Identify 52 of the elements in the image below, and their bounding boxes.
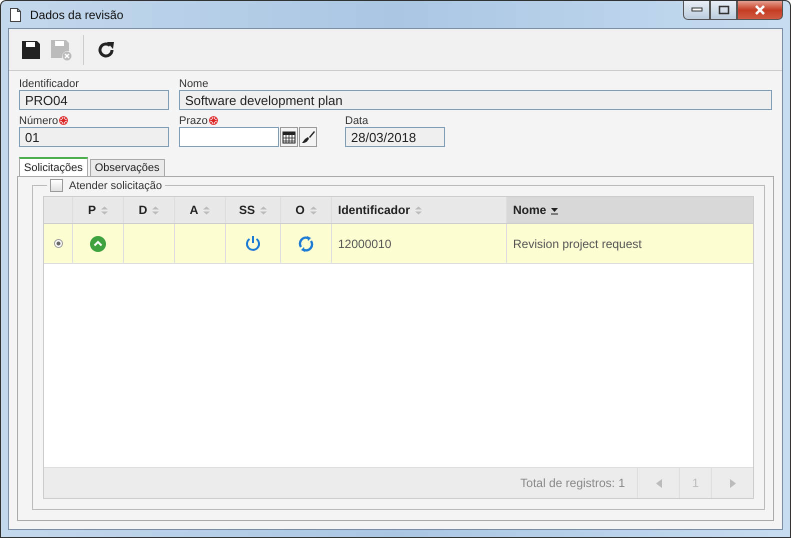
close-button[interactable] [737, 1, 783, 20]
sort-icon [551, 206, 558, 214]
minimize-button[interactable] [683, 1, 710, 20]
required-icon [208, 116, 218, 125]
column-header[interactable]: SS [226, 197, 281, 223]
field-label: Prazo [179, 114, 208, 126]
power-icon [245, 235, 261, 252]
sync-icon [298, 236, 314, 252]
document-icon [10, 8, 21, 22]
table-cell: 12000010 [332, 224, 507, 263]
refresh-icon [96, 40, 116, 60]
column-header[interactable]: P [73, 197, 124, 223]
required-icon [59, 116, 68, 125]
input-field[interactable] [179, 127, 279, 147]
field-label: Nome [179, 78, 208, 90]
input-field[interactable]: 01 [19, 127, 169, 147]
brush-button[interactable] [299, 127, 317, 147]
checkbox[interactable] [50, 179, 63, 192]
sort-icon [310, 206, 317, 214]
window-title: Dados da revisão [30, 8, 124, 22]
sort-icon [152, 206, 160, 214]
table-cell-text: Revision project request [512, 236, 643, 252]
column-header[interactable]: A [175, 197, 226, 223]
sort-icon [203, 206, 210, 214]
column-header[interactable]: Nome [507, 197, 753, 223]
sort-icon [415, 206, 422, 214]
sort-icon [260, 206, 267, 214]
column-header[interactable]: D [124, 197, 175, 223]
close-icon [754, 5, 766, 15]
maximize-button[interactable] [710, 1, 737, 20]
column-header[interactable]: O [281, 197, 332, 223]
tab[interactable]: Observações [90, 159, 165, 176]
previous-icon [656, 478, 662, 488]
minimize-icon [690, 7, 702, 13]
floppy-disk-close-icon [50, 38, 72, 60]
field-label: Número [19, 114, 58, 126]
next-icon [730, 478, 736, 488]
input-field[interactable]: Software development plan [179, 90, 772, 110]
record-count: Total de registros: 1 [520, 476, 625, 490]
input-field[interactable]: 28/03/2018 [345, 127, 445, 147]
input-field[interactable]: PRO04 [19, 90, 169, 110]
maximize-icon [718, 5, 730, 15]
checkbox-label: Atender solicitação [69, 180, 162, 192]
tab[interactable]: Solicitações [19, 157, 88, 176]
chevron-up-icon [90, 236, 106, 252]
sort-icon [101, 206, 108, 214]
brush-icon [301, 130, 315, 144]
field-label: Data [345, 114, 368, 126]
radio-button[interactable] [54, 239, 62, 248]
calendar-button[interactable] [280, 127, 298, 147]
calendar-icon [282, 130, 296, 144]
field-label: Identificador [19, 78, 79, 90]
